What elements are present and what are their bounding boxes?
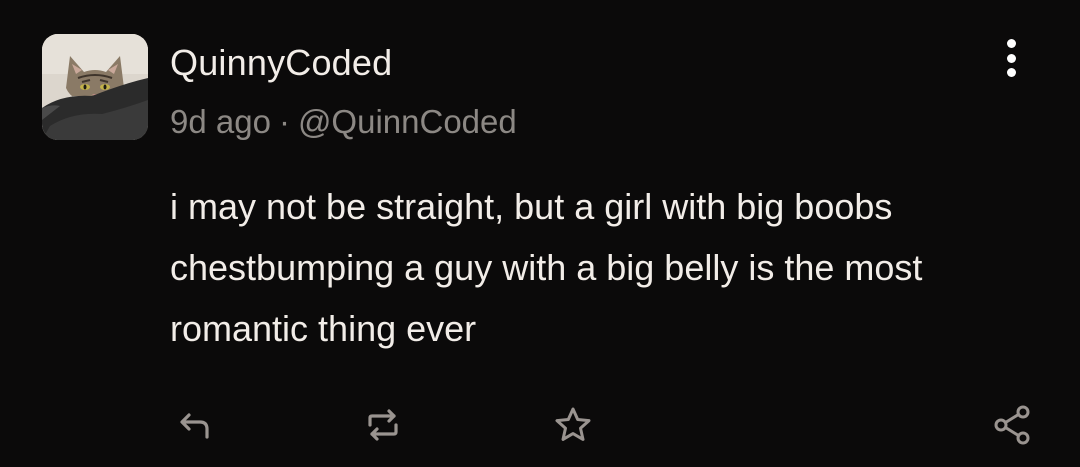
- more-dot: [1006, 68, 1016, 77]
- post-meta: 9d ago · @QuinnCoded: [170, 100, 517, 144]
- share-button[interactable]: [986, 398, 1040, 452]
- favourite-button[interactable]: [546, 398, 600, 452]
- post-content: i may not be straight, but a girl with b…: [170, 186, 923, 349]
- share-icon: [994, 405, 1030, 445]
- star-icon: [555, 407, 591, 441]
- reply-icon: [180, 413, 209, 439]
- boost-button[interactable]: [356, 398, 410, 452]
- more-dot: [1006, 53, 1016, 63]
- repeat-icon: [368, 409, 398, 441]
- reply-button[interactable]: [168, 398, 222, 452]
- timestamp: 9d ago: [170, 103, 271, 140]
- post-card[interactable]: QuinnyCoded 9d ago · @QuinnCoded i may not…: [0, 0, 1080, 467]
- more-vertical-icon[interactable]: [994, 36, 1028, 80]
- user-handle[interactable]: @QuinnCoded: [298, 103, 517, 140]
- cat-avatar-image: [42, 34, 148, 140]
- display-name[interactable]: QuinnyCoded: [170, 38, 392, 88]
- more-dot: [1006, 39, 1016, 48]
- avatar[interactable]: [42, 34, 148, 140]
- meta-separator: ·: [278, 103, 290, 140]
